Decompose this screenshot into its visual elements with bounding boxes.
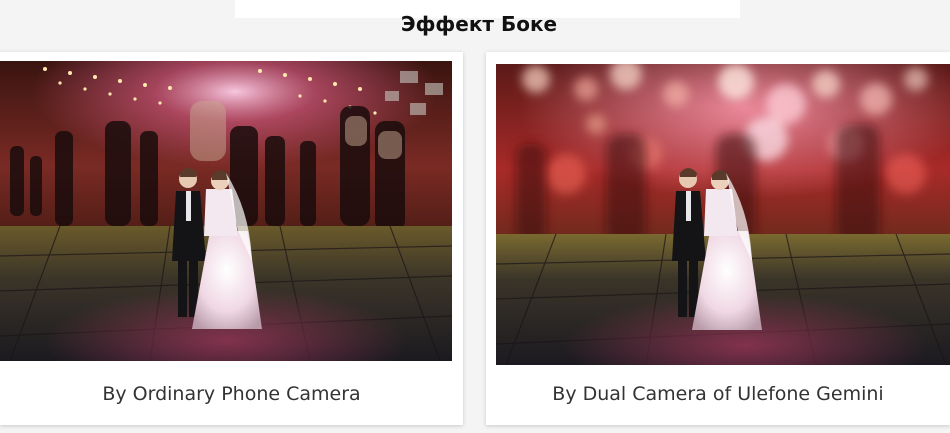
page-title: Эффект Боке [400, 12, 558, 36]
ordinary-camera-photo [0, 61, 452, 361]
comparison-card-ordinary: By Ordinary Phone Camera [0, 52, 463, 425]
caption-ordinary: By Ordinary Phone Camera [102, 383, 361, 405]
dual-camera-photo [496, 64, 950, 365]
comparison-card-dual: By Dual Camera of Ulefone Gemini [486, 52, 950, 425]
comparison-page: Эффект Боке By Ordinary Phone Camera By … [0, 0, 950, 433]
caption-dual: By Dual Camera of Ulefone Gemini [552, 383, 884, 405]
